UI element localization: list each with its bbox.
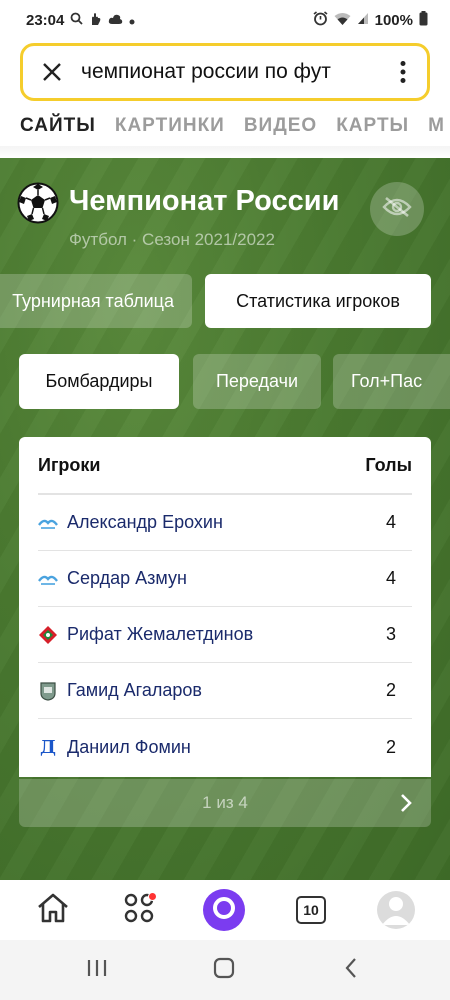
battery-percent: 100% xyxy=(374,11,413,29)
table-row[interactable]: Д Даниил Фомин 2 xyxy=(38,719,412,775)
card-subtitle: Футбол · Сезон 2021/2022 xyxy=(69,230,275,249)
ufa-logo-icon xyxy=(38,681,58,701)
search-tabs: САЙТЫ КАРТИНКИ ВИДЕО КАРТЫ М xyxy=(0,108,450,144)
soccer-ball-icon xyxy=(17,182,59,224)
alarm-icon xyxy=(313,11,328,29)
player-name[interactable]: Сердар Азмун xyxy=(67,568,386,589)
avatar-icon xyxy=(377,891,415,929)
more-options-icon[interactable] xyxy=(391,55,415,89)
wifi-icon xyxy=(334,12,351,29)
zenit-logo-icon xyxy=(38,513,58,533)
player-name[interactable]: Даниил Фомин xyxy=(67,737,386,758)
card-title: Чемпионат России xyxy=(69,185,340,217)
player-goals: 4 xyxy=(386,512,397,532)
table-row[interactable]: Рифат Жемалетдинов 3 xyxy=(38,607,412,663)
pager: 1 из 4 xyxy=(19,779,431,827)
tab-sites[interactable]: САЙТЫ xyxy=(20,115,96,137)
system-back-button[interactable] xyxy=(336,956,366,984)
pager-text: 1 из 4 xyxy=(202,793,248,812)
tab-more[interactable]: М xyxy=(428,115,445,137)
system-home-button[interactable] xyxy=(209,956,239,984)
home-button[interactable] xyxy=(33,890,73,930)
system-home-icon xyxy=(213,957,235,984)
table-header: Игроки Голы xyxy=(38,437,412,495)
hide-button[interactable] xyxy=(370,182,424,236)
player-goals: 2 xyxy=(386,736,397,757)
tabs-divider xyxy=(0,146,450,158)
table-row[interactable]: Сердар Азмун 4 xyxy=(38,551,412,607)
column-goals: Голы xyxy=(365,454,412,475)
recent-apps-icon xyxy=(86,959,108,982)
signal-icon xyxy=(357,12,369,28)
player-goals: 4 xyxy=(386,568,397,588)
search-bar[interactable]: чемпионат россии по фут xyxy=(20,43,430,101)
dot-icon xyxy=(129,13,135,28)
table-rows: Александр Ерохин 4 Сердар Азмун 4 Рифат … xyxy=(19,495,431,775)
battery-icon xyxy=(419,11,428,29)
player-name[interactable]: Александр Ерохин xyxy=(67,512,386,533)
search-notification-icon xyxy=(70,12,84,28)
alice-icon xyxy=(211,895,237,926)
zenit-logo-icon xyxy=(38,569,58,589)
lokomotiv-logo-icon xyxy=(38,625,58,645)
player-name[interactable]: Гамид Агаларов xyxy=(67,680,386,701)
status-time: 23:04 xyxy=(26,11,65,29)
cloud-icon xyxy=(108,13,123,28)
tab-images[interactable]: КАРТИНКИ xyxy=(115,115,225,137)
recent-apps-button[interactable] xyxy=(82,956,112,984)
sport-card: Чемпионат России Футбол · Сезон 2021/202… xyxy=(0,158,450,880)
bottom-nav: 10 xyxy=(0,880,450,940)
search-input[interactable]: чемпионат россии по фут xyxy=(81,60,391,84)
services-button[interactable] xyxy=(119,890,159,930)
status-bar: 23:04 100% xyxy=(0,0,450,40)
eye-off-icon xyxy=(382,196,412,223)
hand-notification-icon xyxy=(89,12,102,29)
tab-goals-assists[interactable]: Гол+Пас xyxy=(333,354,450,409)
table-row[interactable]: Александр Ерохин 4 xyxy=(38,495,412,551)
table-row[interactable]: Гамид Агаларов 2 xyxy=(38,663,412,719)
close-icon[interactable] xyxy=(35,55,69,89)
tab-assists[interactable]: Передачи xyxy=(193,354,321,409)
dynamo-logo-icon: Д xyxy=(38,737,58,757)
player-goals: 3 xyxy=(386,624,397,644)
profile-avatar[interactable] xyxy=(377,891,415,929)
tab-standings[interactable]: Турнирная таблица xyxy=(0,274,192,328)
system-nav xyxy=(0,940,450,1000)
tab-player-stats[interactable]: Статистика игроков xyxy=(205,274,431,328)
notification-badge xyxy=(148,892,157,901)
tabs-count: 10 xyxy=(296,896,326,924)
alice-voice-button[interactable] xyxy=(203,889,245,931)
tab-scorers[interactable]: Бомбардиры xyxy=(19,354,179,409)
scorers-table: Игроки Голы Александр Ерохин 4 Сердар Аз… xyxy=(19,437,431,777)
tab-video[interactable]: ВИДЕО xyxy=(244,115,317,137)
column-players: Игроки xyxy=(38,454,101,475)
back-chevron-icon xyxy=(344,957,358,984)
svg-text:Д: Д xyxy=(40,737,56,757)
open-tabs-button[interactable]: 10 xyxy=(291,890,331,930)
chevron-right-icon[interactable] xyxy=(395,791,417,815)
home-icon xyxy=(36,892,70,929)
tab-maps[interactable]: КАРТЫ xyxy=(336,115,409,137)
player-name[interactable]: Рифат Жемалетдинов xyxy=(67,624,386,645)
player-goals: 2 xyxy=(386,680,397,700)
